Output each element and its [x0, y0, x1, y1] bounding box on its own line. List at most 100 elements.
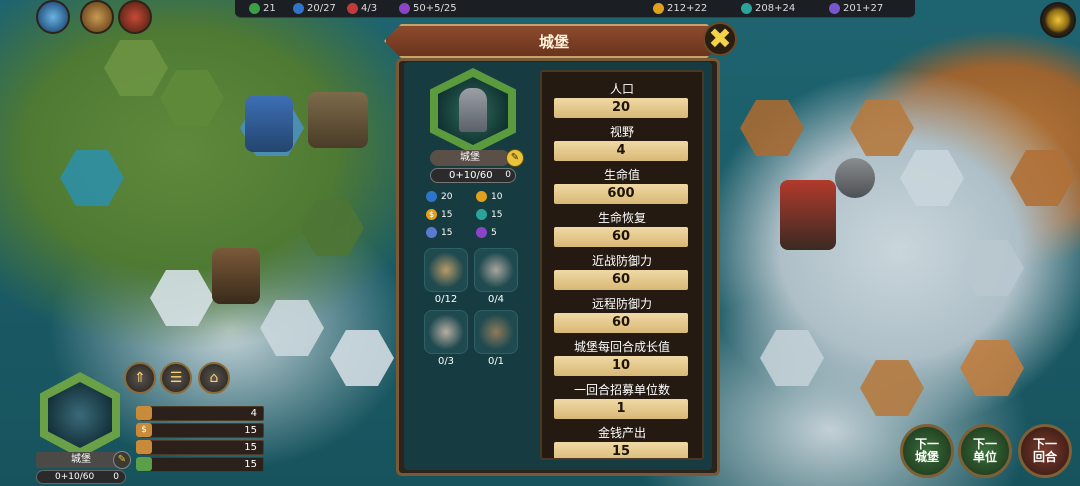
attr-label-gold-output: 金钱产出: [597, 426, 646, 440]
next-unit-line2: 单位: [972, 450, 997, 464]
selected-unit-stat-population: 4: [140, 406, 264, 421]
bag-icon[interactable]: [80, 0, 114, 34]
golem-recruit-count: 0/1: [487, 356, 505, 367]
knight-recruit-slot[interactable]: [424, 248, 468, 292]
book-icon[interactable]: ☰: [160, 362, 192, 394]
selected-unit-rename-icon[interactable]: ✎: [113, 451, 131, 469]
attr-label-melee-def: 近战防御力: [591, 254, 652, 268]
warrior-unit-map[interactable]: [212, 248, 260, 304]
attr-label-regen: 生命恢复: [597, 211, 646, 225]
attr-label-hp: 生命值: [603, 168, 640, 182]
hut-recruit-slot[interactable]: [474, 248, 518, 292]
castle-xp-bar: 0+10/60 0: [430, 168, 516, 183]
magic-resource: 50+5/25: [399, 3, 457, 14]
magic-icon: [399, 3, 410, 14]
castle-tower-icon: [459, 88, 487, 132]
enemy-ghost-map[interactable]: [835, 158, 875, 198]
settings-gear-icon[interactable]: [1040, 2, 1076, 38]
mana-icon: [829, 3, 840, 14]
enemy-hero-map[interactable]: [780, 180, 836, 250]
mini-stat-value: 15: [491, 209, 503, 220]
military-resource: 4/3: [347, 3, 377, 14]
modal-title: 城堡: [384, 24, 724, 58]
knight-recruit-count: 0/12: [434, 294, 458, 305]
next-turn-line2: 回合: [1032, 450, 1057, 464]
mini-stat-value: 15: [441, 209, 453, 220]
weather-icon[interactable]: [36, 0, 70, 34]
mini-stat-mana: 15: [426, 227, 452, 238]
stat-value: 4: [250, 408, 257, 419]
attr-value-melee-def: 60: [554, 270, 688, 290]
selected-unit-stat-gold: 15: [140, 423, 264, 438]
mana-value: 201+27: [843, 3, 884, 14]
mini-stat-coin: $ 15: [426, 209, 452, 220]
stone-recruit-slot[interactable]: [424, 310, 468, 354]
gold-icon: [653, 3, 664, 14]
population-value: 21: [263, 3, 276, 14]
castle-xp-text: 0+10/60: [449, 170, 493, 181]
gold-icon: [476, 191, 487, 202]
next-castle-line2: 城堡: [914, 450, 939, 464]
mini-stat-value: 5: [491, 227, 497, 238]
golem-recruit-slot[interactable]: [474, 310, 518, 354]
next-turn-button[interactable]: 下一 回合: [1018, 424, 1072, 478]
attr-value-hp: 600: [554, 184, 688, 204]
food-icon: [741, 3, 752, 14]
attr-value-vision: 4: [554, 141, 688, 161]
next-castle-button[interactable]: 下一 城堡: [900, 424, 954, 478]
castle-level: 0: [505, 170, 511, 180]
population-icon: [249, 3, 260, 14]
attr-label-ranged-def: 远程防御力: [591, 297, 652, 311]
coin-icon: $: [426, 209, 437, 220]
mini-stat-value: 20: [441, 191, 453, 202]
attribute-list[interactable]: 人口 20 视野 4 生命值 600 生命恢复 60 近战防御力 60 远程防御…: [540, 70, 704, 460]
mini-stat-food: 15: [476, 209, 502, 220]
attr-value-population: 20: [554, 98, 688, 118]
hut-recruit-count: 0/4: [487, 294, 505, 305]
attr-label-growth: 城堡每回合成长值: [573, 340, 670, 354]
selected-unit-stat-coin: 15: [140, 440, 264, 455]
mana-resource: 201+27: [829, 3, 883, 14]
rename-pencil-icon[interactable]: ✎: [506, 149, 524, 167]
coin-icon: [136, 440, 152, 454]
magic-value: 50+5/25: [413, 3, 457, 14]
mini-stat-vision: 20: [426, 191, 452, 202]
gate-icon[interactable]: ⌂: [198, 362, 230, 394]
close-button[interactable]: ✖: [703, 22, 737, 56]
mana-icon: [426, 227, 437, 238]
upgrade-icon[interactable]: ⇑: [124, 362, 156, 394]
mini-stat-value: 15: [441, 227, 453, 238]
food-value: 208+24: [755, 3, 796, 14]
next-unit-button[interactable]: 下一 单位: [958, 424, 1012, 478]
shop-icon[interactable]: [118, 0, 152, 34]
food-icon: [476, 209, 487, 220]
attr-value-ranged-def: 60: [554, 313, 688, 333]
stat-value: 15: [244, 425, 257, 436]
population-icon: [136, 406, 152, 420]
stat-value: 15: [244, 442, 257, 453]
attr-value-growth: 10: [554, 356, 688, 376]
attr-label-population: 人口: [609, 82, 634, 96]
attr-value-regen: 60: [554, 227, 688, 247]
vision-icon: [293, 3, 304, 14]
mini-stat-magic: 5: [476, 227, 497, 238]
mini-stat-value: 10: [491, 191, 503, 202]
resource-bar: 21 20/27 4/3 50+5/25 212+22 208+24 201+2…: [235, 0, 915, 18]
gold-value: 212+22: [667, 3, 708, 14]
attr-value-recruit: 1: [554, 399, 688, 419]
mini-stat-gold: 10: [476, 191, 502, 202]
population-resource: 21: [249, 3, 276, 14]
sword-icon: [347, 3, 358, 14]
castle-unit-map[interactable]: [245, 96, 293, 152]
vision-icon: [426, 191, 437, 202]
stat-value: 15: [244, 459, 257, 470]
golem-unit-map[interactable]: [308, 92, 368, 148]
vision-resource: 20/27: [293, 3, 336, 14]
castle-name-plate: 城堡: [430, 150, 510, 166]
gold-icon: $: [136, 423, 152, 437]
heal-icon: [136, 457, 152, 471]
food-resource: 208+24: [741, 3, 795, 14]
attr-label-vision: 视野: [609, 125, 634, 139]
attr-label-recruit: 一回合招募单位数: [573, 383, 670, 397]
selected-unit-xp-text: 0+10/60: [55, 472, 95, 482]
